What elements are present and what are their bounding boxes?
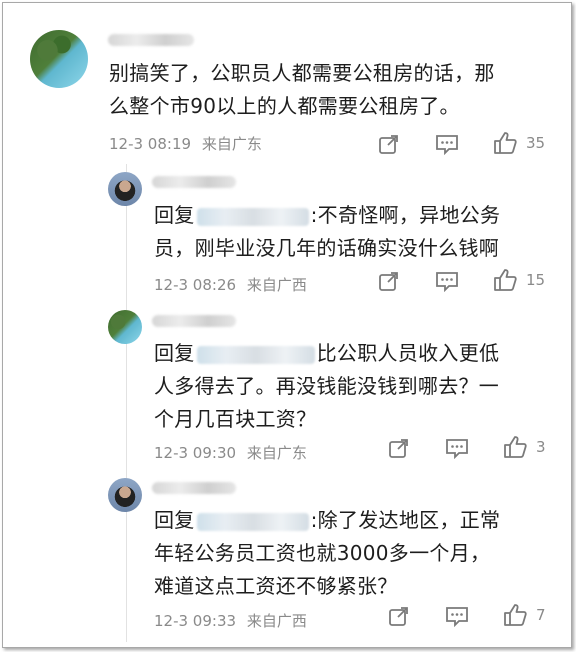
comment-icon[interactable] — [445, 437, 469, 459]
reply-prefix: 回复 — [154, 203, 195, 227]
reply-prefix: 回复 — [154, 508, 195, 532]
like-count: 15 — [526, 271, 546, 289]
share-icon[interactable] — [378, 270, 400, 292]
reply-text: 回复 比公职人员收入更低 人多得去了。再没钱能没钱到哪去？一 个月几百块工资？ — [154, 337, 499, 436]
reply-meta: 12-3 09:33 来自广西 — [154, 610, 307, 631]
like-icon[interactable] — [492, 267, 518, 293]
mention-blurred[interactable] — [196, 345, 315, 364]
avatar[interactable] — [30, 30, 88, 88]
comment-icon[interactable] — [445, 605, 469, 627]
reply-line-3: 难道这点工资还不够紧张？ — [154, 574, 398, 598]
reply-line-2: 年轻公务员工资也就3000多一个月， — [154, 541, 491, 565]
reply-prefix: 回复 — [154, 341, 195, 365]
username-blurred[interactable] — [108, 34, 194, 46]
comment-timestamp: 12-3 08:19 — [109, 135, 192, 153]
like-count: 35 — [526, 134, 546, 152]
username-blurred[interactable] — [152, 315, 236, 327]
like-icon[interactable] — [492, 130, 518, 156]
reply-text: 回复 :不奇怪啊，异地公务 员，刚毕业没几年的话确实没什么钱啊 — [154, 199, 500, 265]
thread-divider — [126, 164, 127, 642]
reply-meta: 12-3 09:30 来自广东 — [154, 442, 307, 463]
reply-line-1: 回复 :不奇怪啊，异地公务 — [154, 199, 500, 232]
like-icon[interactable] — [502, 602, 528, 628]
reply-timestamp: 12-3 09:33 — [154, 612, 237, 630]
share-icon[interactable] — [388, 605, 410, 627]
share-icon[interactable] — [378, 133, 400, 155]
reply-location: 来自广东 — [246, 444, 307, 462]
reply-line-2: 员，刚毕业没几年的话确实没什么钱啊 — [154, 236, 500, 260]
reply-text: 回复 :除了发达地区，正常 年轻公务员工资也就3000多一个月， 难道这点工资还不… — [154, 504, 500, 603]
avatar[interactable] — [108, 172, 142, 206]
reply-line-1: 回复 :除了发达地区，正常 — [154, 504, 500, 537]
mention-blurred[interactable] — [196, 512, 309, 531]
reply-location: 来自广西 — [246, 276, 307, 294]
like-count: 3 — [536, 438, 546, 456]
avatar[interactable] — [108, 310, 142, 344]
comment-line-1: 别搞笑了，公职员人都需要公租房的话，那 — [109, 61, 495, 85]
like-icon[interactable] — [502, 434, 528, 460]
comment-icon[interactable] — [435, 133, 459, 155]
comment-meta: 12-3 08:19 来自广东 — [109, 133, 262, 154]
comment-location: 来自广东 — [201, 135, 262, 153]
reply-line-1-text: :除了发达地区，正常 — [310, 508, 501, 532]
avatar[interactable] — [108, 478, 142, 512]
reply-line-1-text: 比公职人员收入更低 — [316, 341, 500, 365]
comment-line-2: 么整个市90以上的人都需要公租房了。 — [109, 94, 460, 118]
reply-line-2: 人多得去了。再没钱能没钱到哪去？一 — [154, 374, 500, 398]
reply-meta: 12-3 08:26 来自广西 — [154, 274, 307, 295]
mention-blurred[interactable] — [196, 207, 309, 226]
reply-location: 来自广西 — [246, 612, 307, 630]
reply-timestamp: 12-3 08:26 — [154, 276, 237, 294]
reply-line-1: 回复 比公职人员收入更低 — [154, 337, 499, 370]
reply-line-1-text: :不奇怪啊，异地公务 — [310, 203, 501, 227]
comment-text: 别搞笑了，公职员人都需要公租房的话，那 么整个市90以上的人都需要公租房了。 — [109, 57, 495, 123]
reply-timestamp: 12-3 09:30 — [154, 444, 237, 462]
reply-line-3: 个月几百块工资？ — [154, 407, 317, 431]
username-blurred[interactable] — [152, 482, 236, 494]
share-icon[interactable] — [388, 437, 410, 459]
comment-icon[interactable] — [435, 270, 459, 292]
username-blurred[interactable] — [152, 176, 236, 188]
like-count: 7 — [536, 606, 546, 624]
